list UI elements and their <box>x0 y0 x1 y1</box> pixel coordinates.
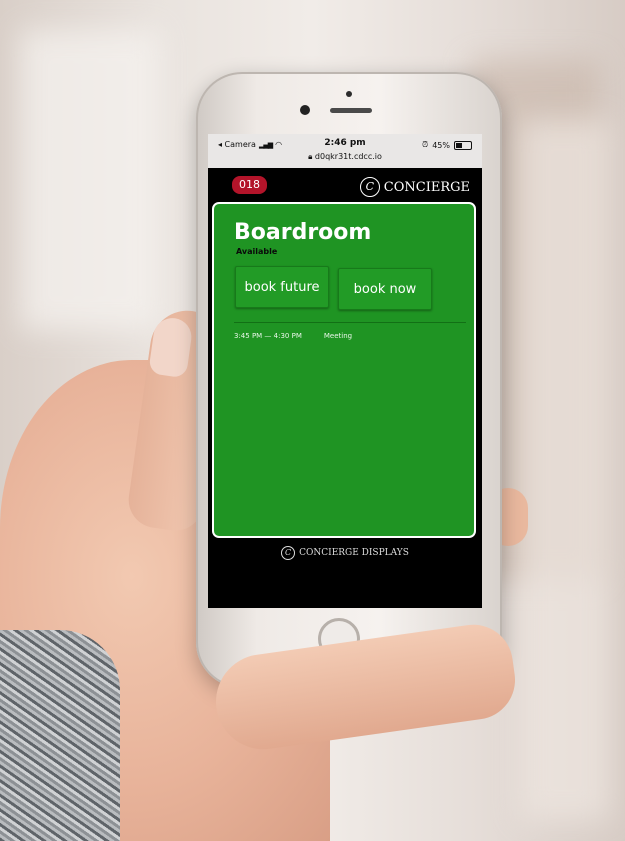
footer-brand: C CONCIERGE DISPLAYS <box>208 546 482 560</box>
book-now-button[interactable]: book now <box>338 268 432 310</box>
brand-name: CONCIERGE <box>383 179 470 195</box>
front-camera <box>300 105 310 115</box>
url-bar[interactable]: 🔒︎ d0qkr31t.cdcc.io <box>208 152 482 162</box>
url-text: d0qkr31t.cdcc.io <box>314 152 382 161</box>
battery-percent: 45% <box>432 140 450 150</box>
room-name: Boardroom <box>234 220 372 245</box>
event-row[interactable]: 3:45 PM — 4:30 PM Meeting <box>234 332 352 340</box>
divider <box>234 322 466 323</box>
status-bar: ◂ Camera ▂▄▆ ◠ 2:46 pm 🔒︎ d0qkr31t.cdcc.… <box>208 134 482 168</box>
brand-logo: C CONCIERGE <box>359 177 470 197</box>
background-blur <box>20 30 160 330</box>
sweater-sleeve <box>0 630 120 841</box>
room-number-badge: 018 <box>232 176 267 194</box>
phone-device: ◂ Camera ▂▄▆ ◠ 2:46 pm 🔒︎ d0qkr31t.cdcc.… <box>196 72 502 688</box>
room-availability: Available <box>236 247 278 256</box>
proximity-sensor <box>346 91 352 97</box>
concierge-logo-icon: C <box>281 546 296 560</box>
footer-brand-name: CONCIERGE DISPLAYS <box>299 548 409 558</box>
phone-screen: ◂ Camera ▂▄▆ ◠ 2:46 pm 🔒︎ d0qkr31t.cdcc.… <box>208 134 482 608</box>
room-status-card: Boardroom Available book future book now… <box>212 202 476 538</box>
app-header: 018 C CONCIERGE <box>208 168 482 202</box>
concierge-logo-icon: C <box>359 177 380 197</box>
app-footer: C CONCIERGE DISPLAYS <box>208 538 482 608</box>
background-blur <box>520 120 610 820</box>
event-title: Meeting <box>323 332 353 340</box>
battery-icon <box>454 140 472 150</box>
lock-icon: 🔒︎ <box>308 152 313 161</box>
event-time: 3:45 PM — 4:30 PM <box>234 332 302 340</box>
alarm-icon: ⏰︎ <box>421 140 429 149</box>
book-future-button[interactable]: book future <box>235 266 329 308</box>
earpiece-speaker <box>330 108 372 113</box>
status-right: ⏰︎ 45% <box>422 140 472 150</box>
